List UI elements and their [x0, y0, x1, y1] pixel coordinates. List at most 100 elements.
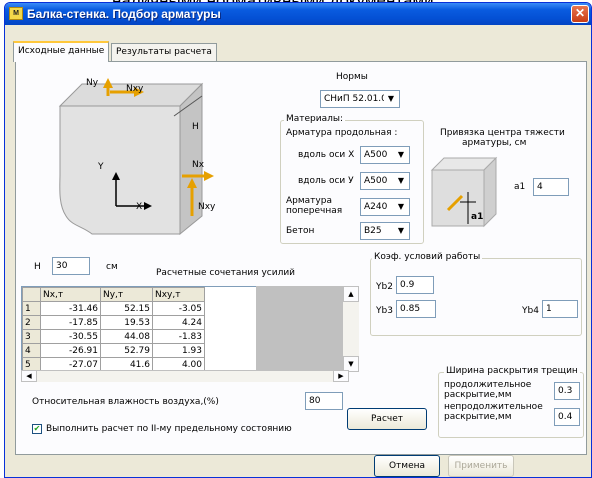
a1-label: a1 — [514, 182, 526, 192]
coefficients-group-label: Коэф. условий работы — [372, 252, 483, 262]
table-header-row: Nx,т Ny,т Nxy,т — [22, 287, 205, 302]
transverse-select[interactable]: A240 ▼ — [360, 198, 410, 216]
humidity-label: Относительная влажность воздуха,(%) — [32, 397, 219, 407]
column-header-ny[interactable]: Ny,т — [100, 287, 153, 302]
along-y-select[interactable]: A500 ▼ — [360, 172, 410, 190]
apply-button[interactable]: Применить — [448, 455, 514, 477]
cell-nxy[interactable]: 1.93 — [152, 343, 205, 358]
column-header-nx[interactable]: Nx,т — [40, 287, 101, 302]
limit-state-checkbox-label: Выполнить расчет по II-му предельному со… — [46, 424, 292, 434]
diagram-label-h: H — [192, 122, 199, 132]
cell-ny[interactable]: 52.15 — [100, 301, 153, 316]
tab-panel: Ny Nxy H Nx Nxy Y X Нормы СНиП 52.01.03 … — [15, 61, 587, 455]
norms-value: СНиП 52.01.03 — [324, 94, 393, 104]
along-x-label: вдоль оси X — [298, 150, 355, 160]
long-reinforcement-label: Арматура продольная : — [286, 128, 398, 138]
cell-nxy[interactable]: -1.83 — [152, 329, 205, 344]
row-number-cell: 3 — [22, 329, 41, 344]
yb2-input[interactable]: 0.9 — [396, 276, 434, 294]
row-header-corner — [22, 287, 41, 302]
concrete-select[interactable]: B25 ▼ — [360, 222, 410, 240]
crack-group-label: Ширина раскрытия трещин — [444, 366, 580, 376]
crack-long-input[interactable]: 0.3 — [554, 382, 580, 400]
limit-state-checkbox[interactable]: ✔ — [32, 424, 42, 434]
table-row[interactable]: 3 -30.55 44.08 -1.83 — [22, 329, 205, 344]
cell-nxy[interactable]: -3.05 — [152, 301, 205, 316]
combos-grid: Nx,т Ny,т Nxy,т 1 -31.46 52.15 -3.05 2 -17.85… — [22, 287, 205, 372]
yb3-input[interactable]: 0.85 — [396, 300, 436, 318]
app-icon: М — [9, 7, 23, 20]
height-unit: см — [106, 262, 118, 272]
chevron-down-icon[interactable]: ▼ — [394, 148, 408, 162]
crack-short-input[interactable]: 0.4 — [554, 408, 580, 426]
chevron-down-icon[interactable]: ▼ — [394, 200, 408, 214]
chevron-down-icon[interactable]: ▼ — [394, 174, 408, 188]
table-row[interactable]: 2 -17.85 19.53 4.24 — [22, 315, 205, 330]
norms-select[interactable]: СНиП 52.01.03 ▼ — [320, 90, 400, 108]
column-header-nxy[interactable]: Nxy,т — [152, 287, 205, 302]
diagram-label-y: Y — [98, 162, 104, 172]
norms-label: Нормы — [336, 72, 368, 82]
table-empty-area — [256, 286, 342, 370]
cell-ny[interactable]: 19.53 — [100, 315, 153, 330]
along-x-value: A500 — [364, 150, 388, 160]
along-x-select[interactable]: A500 ▼ — [360, 146, 410, 164]
a1-picture-label: a1 — [471, 212, 484, 222]
close-button[interactable]: ✕ — [571, 5, 589, 23]
yb3-label: Yb3 — [376, 306, 393, 316]
concrete-label: Бетон — [286, 226, 315, 236]
transverse-label-2: поперечная — [286, 206, 343, 216]
materials-group-label: Материалы: — [284, 114, 346, 124]
along-y-label: вдоль оси У — [298, 176, 354, 186]
coefficients-group — [370, 258, 582, 336]
cell-nx[interactable]: -31.46 — [40, 301, 101, 316]
row-number-cell: 4 — [22, 343, 41, 358]
scroll-right-icon[interactable]: ▶ — [333, 370, 349, 382]
binding-label-1: Привязка центра тяжести — [440, 128, 565, 138]
dialog-window: М Балка-стенка. Подбор арматуры ✕ Исходн… — [4, 2, 592, 478]
yb2-label: Yb2 — [376, 282, 393, 292]
title-bar[interactable]: М Балка-стенка. Подбор арматуры ✕ — [5, 3, 591, 25]
scroll-track[interactable] — [343, 302, 359, 356]
diagram-label-nx: Nx — [192, 160, 205, 170]
row-number-cell: 1 — [22, 301, 41, 316]
crack-long-label-1: продолжительное — [444, 380, 532, 390]
cell-ny[interactable]: 52.79 — [100, 343, 153, 358]
wall-diagram — [58, 78, 214, 236]
tab-results[interactable]: Результаты расчета — [111, 43, 217, 61]
chevron-down-icon[interactable]: ▼ — [394, 224, 408, 238]
cell-nx[interactable]: -17.85 — [40, 315, 101, 330]
yb4-label: Yb4 — [522, 306, 539, 316]
vertical-scrollbar[interactable]: ▲ ▼ — [342, 286, 359, 372]
tab-input-data[interactable]: Исходные данные — [13, 41, 110, 62]
concrete-value: B25 — [364, 226, 382, 236]
crack-short-label-1: непродолжительное — [444, 402, 543, 412]
a1-input[interactable]: 4 — [533, 178, 569, 196]
diagram-label-nxy-top: Nxy — [126, 84, 144, 94]
chevron-down-icon[interactable]: ▼ — [384, 92, 398, 106]
combos-title: Расчетные сочетания усилий — [156, 268, 296, 278]
yb4-input[interactable]: 1 — [542, 300, 578, 318]
table-row[interactable]: 1 -31.46 52.15 -3.05 — [22, 301, 205, 316]
cell-nx[interactable]: -30.55 — [40, 329, 101, 344]
transverse-value: A240 — [364, 202, 388, 212]
cell-ny[interactable]: 44.08 — [100, 329, 153, 344]
cancel-button[interactable]: Отмена — [374, 455, 440, 477]
crack-long-label-2: раскрытие,мм — [444, 390, 512, 400]
diagram-label-nxy-right: Nxy — [198, 202, 216, 212]
table-row[interactable]: 4 -26.91 52.79 1.93 — [22, 343, 205, 358]
transverse-label-1: Арматура — [286, 196, 332, 206]
binding-label-2: арматуры, см — [462, 138, 527, 148]
calculate-button[interactable]: Расчет — [347, 408, 427, 430]
diagram-label-x: X — [136, 202, 143, 212]
humidity-input[interactable]: 80 — [305, 392, 343, 410]
window-title: Балка-стенка. Подбор арматуры — [27, 7, 221, 21]
diagram-label-ny: Ny — [86, 78, 99, 88]
scroll-left-icon[interactable]: ◀ — [21, 370, 37, 382]
height-input[interactable]: 30 — [52, 257, 90, 275]
cell-nx[interactable]: -26.91 — [40, 343, 101, 358]
cell-nxy[interactable]: 4.24 — [152, 315, 205, 330]
horizontal-scrollbar[interactable]: ◀ ▶ — [21, 370, 349, 382]
along-y-value: A500 — [364, 176, 388, 186]
scroll-up-icon[interactable]: ▲ — [343, 286, 359, 302]
